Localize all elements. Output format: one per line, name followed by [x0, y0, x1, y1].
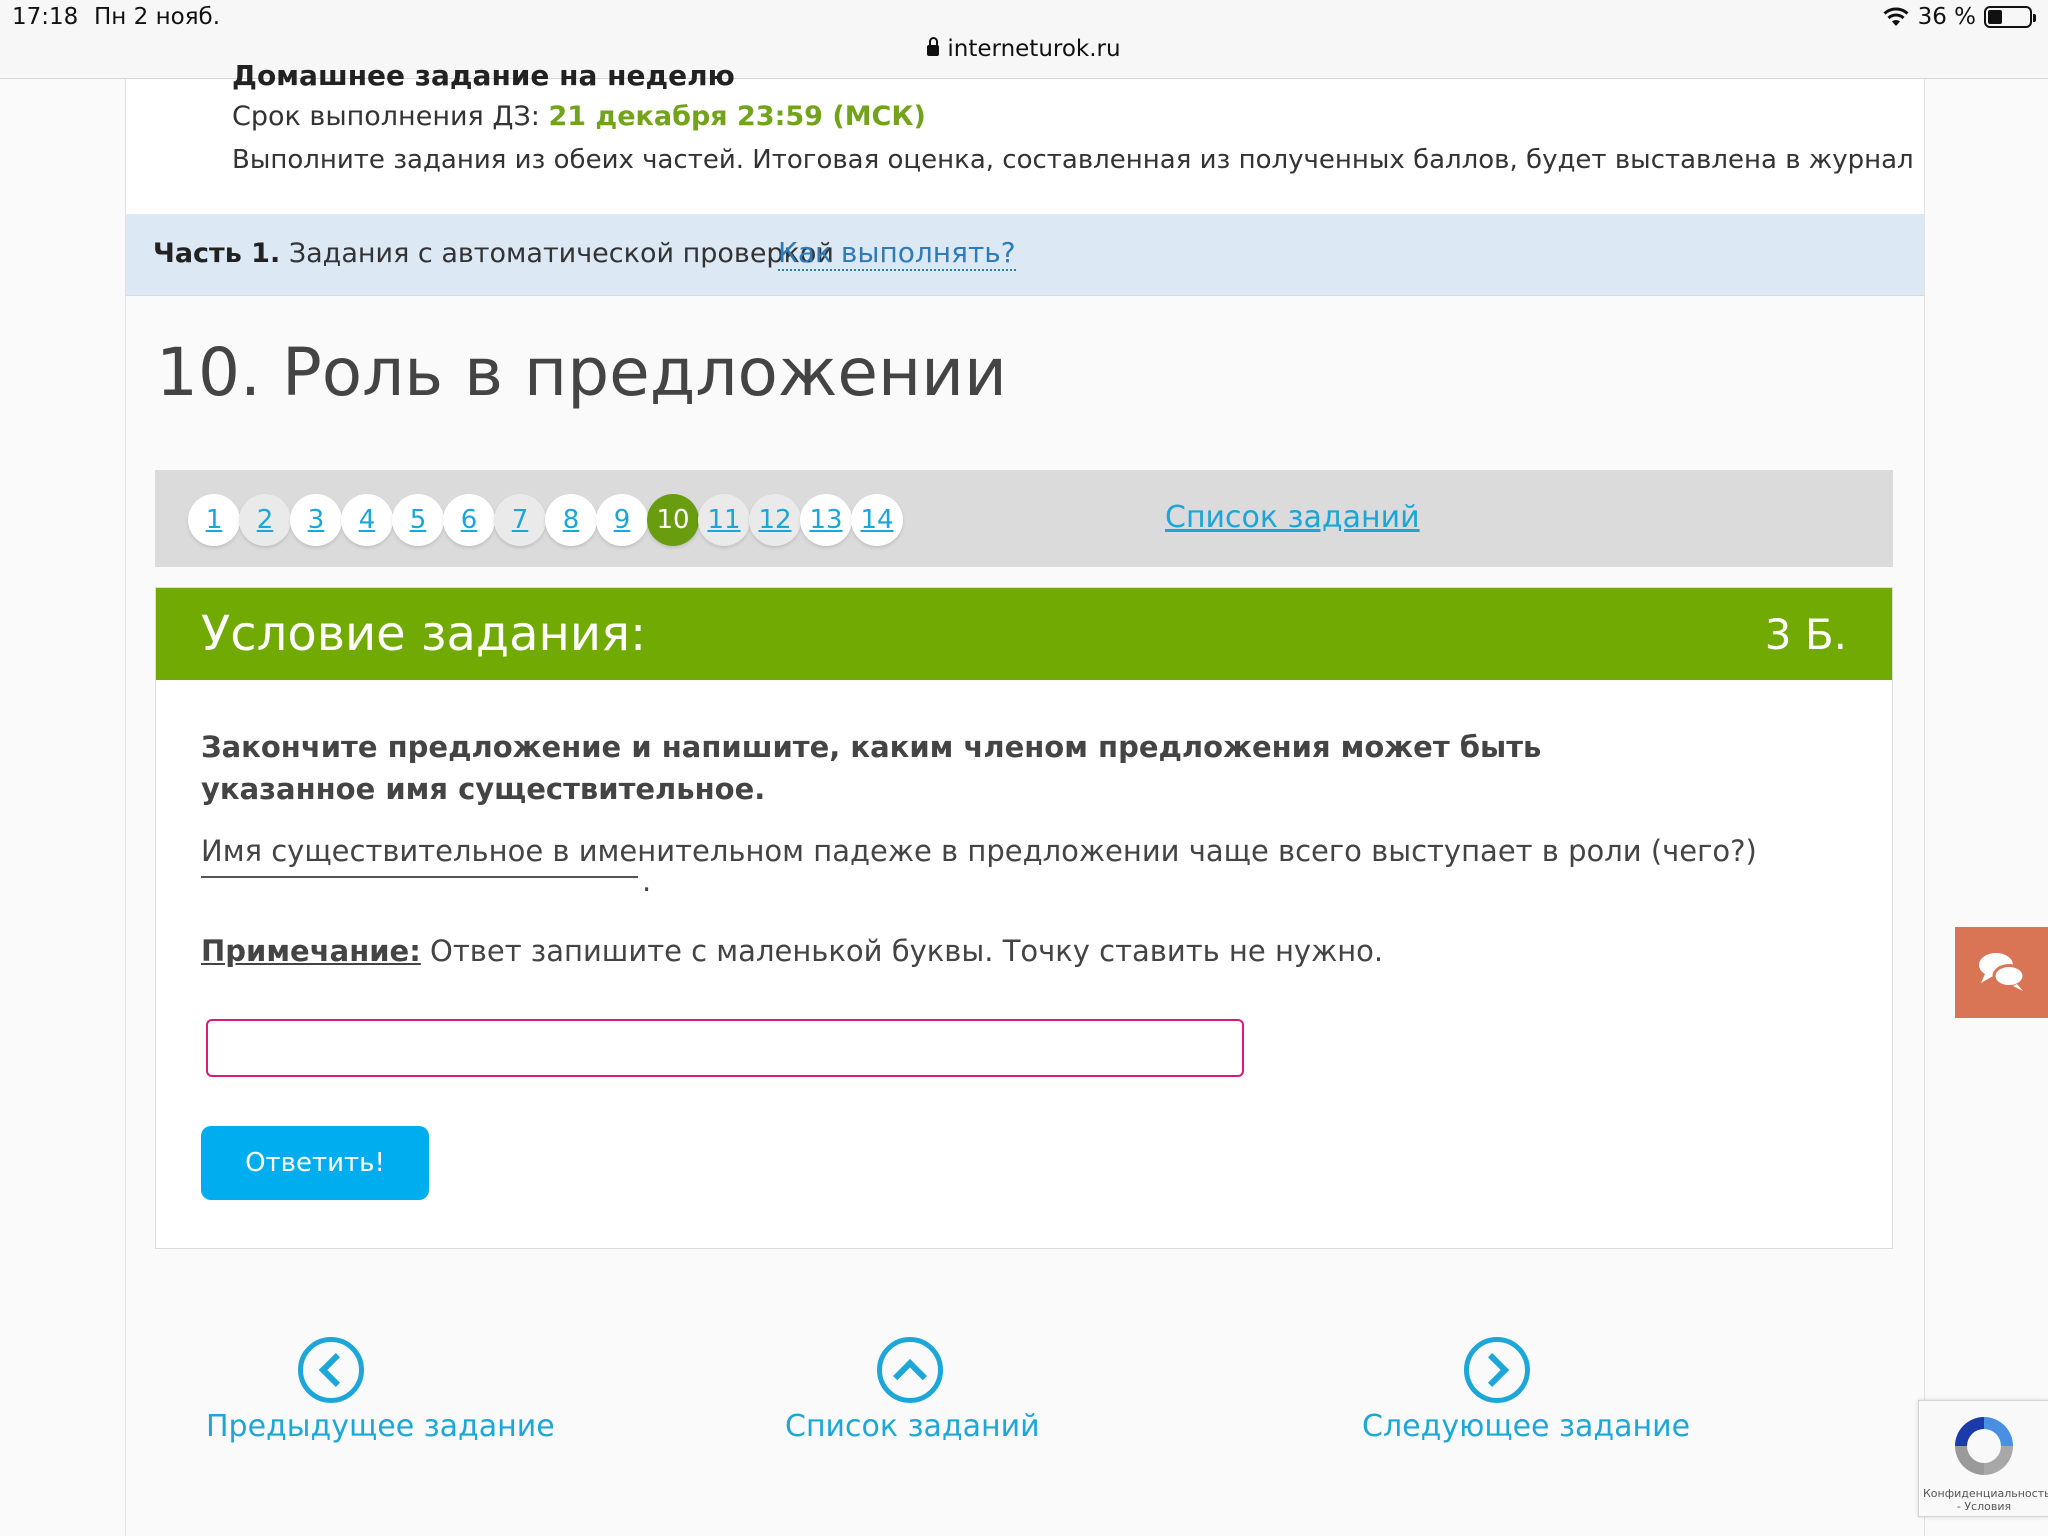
- url-text: interneturok.ru: [947, 36, 1121, 62]
- prev-task-nav[interactable]: Предыдущее задание: [206, 1337, 555, 1444]
- deadline-value: 21 декабря 23:59 (МСК): [548, 101, 926, 132]
- battery-icon: [1984, 6, 2036, 28]
- condition-score: 3 Б.: [1764, 610, 1847, 659]
- homework-panel: Домашнее задание на неделю Срок выполнен…: [126, 59, 1924, 215]
- page-link-12[interactable]: 12: [749, 494, 801, 546]
- part-description: Задания с автоматической проверкой: [288, 238, 834, 269]
- chevron-up-icon[interactable]: [877, 1337, 943, 1403]
- page-link-13[interactable]: 13: [800, 494, 852, 546]
- task-list-nav[interactable]: Список заданий: [785, 1337, 1040, 1444]
- next-task-label[interactable]: Следующее задание: [1362, 1409, 1690, 1444]
- homework-deadline: Срок выполнения ДЗ: 21 декабря 23:59 (МС…: [232, 101, 926, 132]
- page-link-7[interactable]: 7: [494, 494, 546, 546]
- homework-title: Домашнее задание на неделю: [232, 59, 735, 92]
- chat-button[interactable]: [1955, 927, 2048, 1018]
- prev-task-label[interactable]: Предыдущее задание: [206, 1409, 555, 1444]
- page-link-8[interactable]: 8: [545, 494, 597, 546]
- part-label: Часть 1. Задания с автоматической провер…: [153, 238, 834, 269]
- answer-input[interactable]: [206, 1019, 1244, 1077]
- how-to-link[interactable]: Как выполнять?: [778, 236, 1016, 271]
- page-link-14[interactable]: 14: [851, 494, 903, 546]
- status-time: 17:18: [12, 4, 79, 30]
- note-label: Примечание:: [201, 934, 421, 968]
- condition-header: Условие задания: 3 Б.: [156, 588, 1892, 680]
- battery-percent: 36 %: [1917, 4, 1976, 30]
- page-link-11[interactable]: 11: [698, 494, 750, 546]
- homework-description: Выполните задания из обеих частей. Итого…: [232, 145, 1914, 175]
- page-link-5[interactable]: 5: [392, 494, 444, 546]
- condition-title: Условие задания:: [201, 606, 647, 662]
- question-note: Примечание: Ответ запишите с маленькой б…: [201, 934, 1383, 968]
- task-list-link[interactable]: Список заданий: [1165, 500, 1420, 535]
- answer-blank-line: [201, 876, 638, 878]
- page-link-3[interactable]: 3: [290, 494, 342, 546]
- recaptcha-icon: [1955, 1417, 2013, 1475]
- page-link-4[interactable]: 4: [341, 494, 393, 546]
- part-banner: Часть 1. Задания с автоматической провер…: [126, 214, 1924, 296]
- page-link-9[interactable]: 9: [596, 494, 648, 546]
- page-link-6[interactable]: 6: [443, 494, 495, 546]
- status-date: Пн 2 нояб.: [94, 4, 221, 30]
- recaptcha-badge[interactable]: Конфиденциальность - Условия: [1918, 1400, 2048, 1517]
- note-text: Ответ запишите с маленькой буквы. Точку …: [420, 934, 1384, 968]
- part-number: Часть 1.: [153, 238, 281, 269]
- deadline-label: Срок выполнения ДЗ:: [232, 101, 540, 132]
- recaptcha-text[interactable]: Конфиденциальность - Условия: [1923, 1487, 2048, 1513]
- question-sentence: Имя существительное в именительном падеж…: [201, 834, 1757, 868]
- chat-bubbles-icon: [1979, 953, 2026, 991]
- page-link-10-active[interactable]: 10: [647, 494, 699, 546]
- status-right: 36 %: [1882, 4, 2036, 30]
- wifi-icon: [1883, 7, 1909, 26]
- page-title: 10. Роль в предложении: [156, 334, 1007, 411]
- next-task-nav[interactable]: Следующее задание: [1362, 1337, 1690, 1444]
- chevron-left-icon[interactable]: [298, 1337, 364, 1403]
- page-link-1[interactable]: 1: [188, 494, 240, 546]
- question-instruction: Закончите предложение и напишите, каким …: [201, 730, 1542, 806]
- page-content: Домашнее задание на неделю Срок выполнен…: [125, 59, 1925, 1536]
- condition-card: Условие задания: 3 Б. Закончите предложе…: [155, 587, 1893, 1249]
- submit-button[interactable]: Ответить!: [201, 1126, 429, 1200]
- lock-icon: [927, 37, 940, 56]
- blank-period: .: [642, 864, 652, 898]
- task-list-label[interactable]: Список заданий: [785, 1409, 1040, 1444]
- chevron-right-icon[interactable]: [1464, 1337, 1530, 1403]
- task-pager: 1 2 3 4 5 6 7 8 9 10 11 12 13 14 Список …: [155, 470, 1893, 567]
- page-link-2[interactable]: 2: [239, 494, 291, 546]
